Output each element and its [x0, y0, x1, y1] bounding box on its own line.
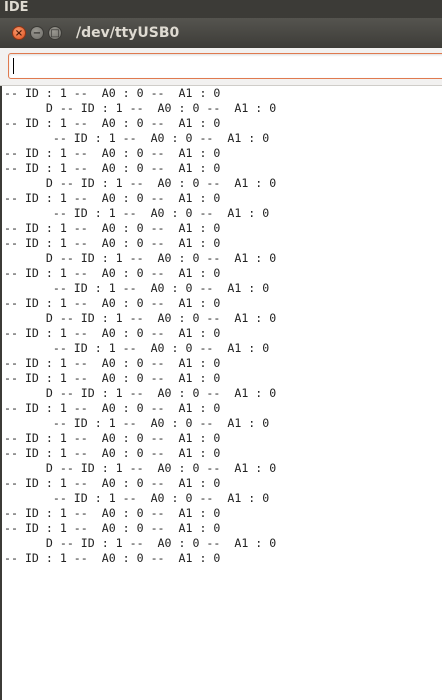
serial-output-line: -- ID : 1 -- A0 : 0 -- A1 : 0: [4, 86, 221, 100]
serial-output-line: D -- ID : 1 -- A0 : 0 -- A1 : 0: [4, 251, 277, 265]
serial-output-area[interactable]: -- ID : 1 -- A0 : 0 -- A1 : 0 D -- ID : …: [0, 86, 442, 700]
text-caret: [13, 58, 14, 74]
serial-output-line: -- ID : 1 -- A0 : 0 -- A1 : 0: [4, 116, 221, 130]
serial-output-line: -- ID : 1 -- A0 : 0 -- A1 : 0: [4, 266, 221, 280]
serial-output-line: -- ID : 1 -- A0 : 0 -- A1 : 0: [4, 401, 221, 415]
serial-output-line: D -- ID : 1 -- A0 : 0 -- A1 : 0: [4, 101, 277, 115]
serial-output-line: -- ID : 1 -- A0 : 0 -- A1 : 0: [4, 221, 221, 235]
serial-output-line: -- ID : 1 -- A0 : 0 -- A1 : 0: [4, 191, 221, 205]
serial-output-line: -- ID : 1 -- A0 : 0 -- A1 : 0: [4, 416, 270, 430]
serial-output-line: -- ID : 1 -- A0 : 0 -- A1 : 0: [4, 491, 270, 505]
serial-output-line: D -- ID : 1 -- A0 : 0 -- A1 : 0: [4, 461, 277, 475]
maximize-window-button[interactable]: □: [48, 26, 62, 40]
window-title: /dev/ttyUSB0: [76, 25, 180, 41]
serial-output-line: -- ID : 1 -- A0 : 0 -- A1 : 0: [4, 356, 221, 370]
serial-output-line: -- ID : 1 -- A0 : 0 -- A1 : 0: [4, 236, 221, 250]
close-icon: ×: [14, 28, 24, 39]
minimize-window-button[interactable]: −: [30, 26, 44, 40]
serial-output-line: -- ID : 1 -- A0 : 0 -- A1 : 0: [4, 431, 221, 445]
send-input[interactable]: [8, 53, 442, 79]
serial-output-line: -- ID : 1 -- A0 : 0 -- A1 : 0: [4, 296, 221, 310]
maximize-icon: □: [50, 28, 60, 39]
serial-output-line: -- ID : 1 -- A0 : 0 -- A1 : 0: [4, 131, 270, 145]
minimize-icon: −: [32, 28, 42, 39]
serial-output-line: -- ID : 1 -- A0 : 0 -- A1 : 0: [4, 206, 270, 220]
serial-output-line: -- ID : 1 -- A0 : 0 -- A1 : 0: [4, 326, 221, 340]
serial-monitor-window: -- ID : 1 -- A0 : 0 -- A1 : 0 D -- ID : …: [0, 48, 442, 700]
serial-output-line: -- ID : 1 -- A0 : 0 -- A1 : 0: [4, 161, 221, 175]
serial-output-line: -- ID : 1 -- A0 : 0 -- A1 : 0: [4, 146, 221, 160]
serial-output-line: -- ID : 1 -- A0 : 0 -- A1 : 0: [4, 476, 221, 490]
window-titlebar[interactable]: × − □ /dev/ttyUSB0: [0, 18, 442, 48]
serial-output-line: -- ID : 1 -- A0 : 0 -- A1 : 0: [4, 446, 221, 460]
serial-output-line: D -- ID : 1 -- A0 : 0 -- A1 : 0: [4, 176, 277, 190]
serial-output-line: D -- ID : 1 -- A0 : 0 -- A1 : 0: [4, 536, 277, 550]
serial-output-line: -- ID : 1 -- A0 : 0 -- A1 : 0: [4, 371, 221, 385]
app-menu-bar: IDE: [0, 0, 442, 18]
serial-output-line: -- ID : 1 -- A0 : 0 -- A1 : 0: [4, 341, 270, 355]
serial-output-line: D -- ID : 1 -- A0 : 0 -- A1 : 0: [4, 311, 277, 325]
app-title: IDE: [4, 0, 29, 15]
close-window-button[interactable]: ×: [12, 26, 26, 40]
serial-output-line: -- ID : 1 -- A0 : 0 -- A1 : 0: [4, 281, 270, 295]
serial-output-line: D -- ID : 1 -- A0 : 0 -- A1 : 0: [4, 386, 277, 400]
serial-output-line: -- ID : 1 -- A0 : 0 -- A1 : 0: [4, 551, 221, 565]
serial-output-line: -- ID : 1 -- A0 : 0 -- A1 : 0: [4, 506, 221, 520]
serial-output-line: -- ID : 1 -- A0 : 0 -- A1 : 0: [4, 521, 221, 535]
